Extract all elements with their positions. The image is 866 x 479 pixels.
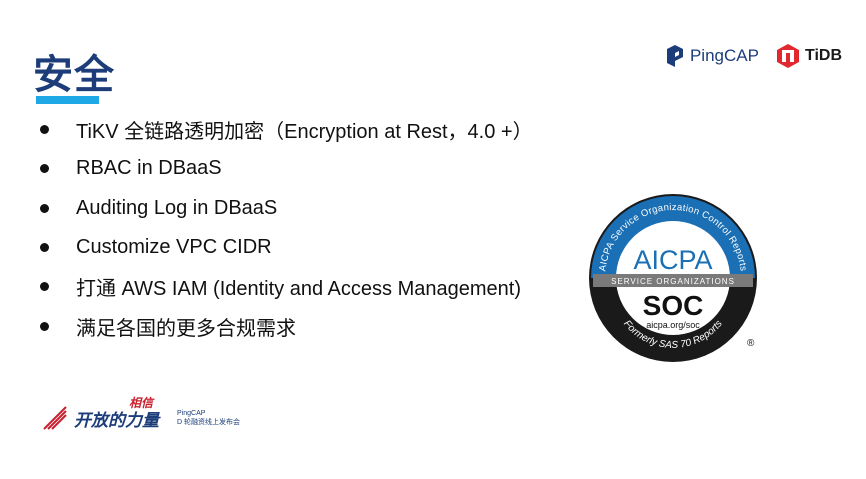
bullet-item: Auditing Log in DBaaS (40, 189, 533, 228)
tidb-logo: TiDB (776, 44, 842, 68)
badge-aicpa-text: AICPA (633, 245, 712, 275)
bullet-dot-icon (40, 321, 49, 331)
badge-url-text: aicpa.org/soc (646, 320, 700, 330)
footer-company: PingCAP (177, 410, 206, 417)
bullet-dot-icon (40, 282, 49, 292)
aicpa-soc-badge: AICPA Service Organization Control Repor… (589, 194, 757, 362)
title-underline (36, 96, 99, 104)
footer-badge-text: 相信 (129, 395, 154, 410)
bullet-list: TiKV 全链路透明加密（Encryption at Rest，4.0 +） R… (40, 110, 533, 346)
bullet-dot-icon (40, 125, 49, 135)
header-logos: PingCAP TiDB (666, 44, 842, 68)
slide-title: 安全 (33, 52, 115, 98)
bullet-dot-icon (40, 164, 49, 174)
bullet-item: TiKV 全链路透明加密（Encryption at Rest，4.0 +） (40, 110, 533, 149)
pingcap-wordmark: PingCAP (689, 46, 759, 65)
bullet-dot-icon (40, 243, 49, 253)
pingcap-icon (666, 45, 683, 67)
tidb-icon (776, 44, 799, 68)
pingcap-logo: PingCAP (666, 45, 759, 67)
bullet-item: 打通 AWS IAM (Identity and Access Manageme… (40, 267, 533, 306)
badge-band-text: SERVICE ORGANIZATIONS (611, 277, 735, 286)
tidb-wordmark: TiDB (804, 47, 842, 64)
footer-event: D 轮融资线上发布会 (177, 419, 240, 426)
registered-mark: ® (747, 338, 755, 349)
footer-logo: 相信 开放的力量 PingCAP D 轮融资线上发布会 (42, 396, 240, 431)
bullet-dot-icon (40, 203, 49, 213)
badge-soc-text: SOC (643, 290, 704, 321)
bullet-item: 满足各国的更多合规需求 (40, 306, 533, 345)
bullet-item: Customize VPC CIDR (40, 228, 533, 267)
footer-emblem-icon (43, 406, 67, 430)
bullet-item: RBAC in DBaaS (40, 149, 533, 188)
